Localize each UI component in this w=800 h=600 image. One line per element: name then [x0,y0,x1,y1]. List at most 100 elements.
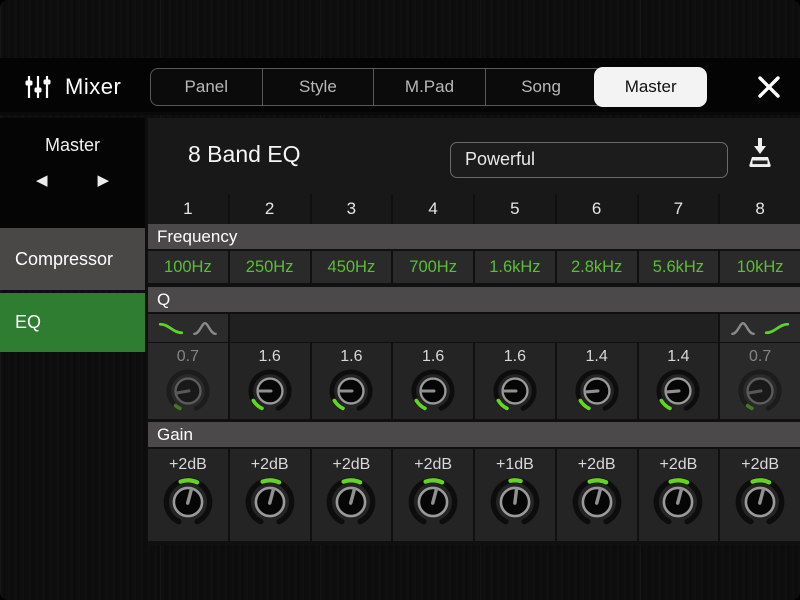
frequency-value[interactable]: 700Hz [393,251,473,283]
q-cell-band7: 1.4 [639,343,719,419]
mixer-icon [24,74,52,100]
gain-knob[interactable] [652,476,704,528]
eq-panel: 8 Band EQ Powerful 1 2 3 4 5 6 7 8 Freq [148,118,800,545]
gain-cell-band7: +2dB [639,449,719,541]
q-cell-band1: 0.7 [148,343,228,419]
gain-knob[interactable] [489,476,541,528]
low-shelf-icon[interactable] [158,321,184,336]
q-knob[interactable] [410,368,456,414]
save-icon [745,137,775,171]
gain-knob[interactable] [325,476,377,528]
frequency-value[interactable]: 10kHz [720,251,800,283]
band-number: 8 [720,194,800,224]
save-button[interactable] [745,137,775,176]
next-part-arrow[interactable]: ▶ [97,171,109,189]
filter-type-row [148,314,800,342]
gain-cell-band6: +2dB [557,449,637,541]
gain-knob[interactable] [734,476,786,528]
q-knob[interactable] [655,368,701,414]
band-number: 2 [230,194,310,224]
frequency-row: 100Hz 250Hz 450Hz 700Hz 1.6kHz 2.8kHz 5.… [148,251,800,283]
sidebar-item-compressor[interactable]: Compressor [0,228,145,290]
q-value: 1.6 [504,348,526,367]
sidebar-item-eq[interactable]: EQ [0,293,145,352]
q-value: 0.7 [177,348,199,367]
tab-master[interactable]: Master [595,68,706,106]
frequency-section-header: Frequency [148,224,800,249]
q-knob[interactable] [328,368,374,414]
filter-row-spacer [230,314,719,342]
band-number: 5 [475,194,555,224]
band-number: 7 [639,194,719,224]
tab-song[interactable]: Song [485,69,597,105]
band1-filter-type-cell [148,314,228,342]
gain-value: +2dB [414,456,452,475]
frequency-value[interactable]: 5.6kHz [639,251,719,283]
gain-value: +1dB [496,456,534,475]
gain-value: +2dB [578,456,616,475]
gain-knob[interactable] [162,476,214,528]
gain-knob[interactable] [244,476,296,528]
peak-icon[interactable] [192,321,218,336]
gain-knob[interactable] [407,476,459,528]
frequency-value[interactable]: 450Hz [312,251,392,283]
gain-cell-band3: +2dB [312,449,392,541]
q-section-header: Q [148,287,800,312]
titlebar: Mixer Panel Style M.Pad Song Master [0,58,800,115]
q-value: 1.6 [259,348,281,367]
q-knob-row: 0.7 1.6 1.6 1.6 [148,343,800,419]
band8-filter-type-cell [720,314,800,342]
eq-header: 8 Band EQ Powerful [148,118,800,194]
q-cell-band8: 0.7 [720,343,800,419]
tab-mpad[interactable]: M.Pad [373,69,485,105]
band-number-row: 1 2 3 4 5 6 7 8 [148,194,800,224]
part-selector-label: Master [0,118,145,156]
part-selector: Master ◀ ▶ [0,118,145,228]
gain-value: +2dB [251,456,289,475]
q-cell-band5: 1.6 [475,343,555,419]
preset-selector[interactable]: Powerful [450,142,728,178]
q-value: 1.4 [667,348,689,367]
sidebar: Master ◀ ▶ Compressor EQ [0,118,145,545]
gain-cell-band8: +2dB [720,449,800,541]
gain-knob[interactable] [571,476,623,528]
tab-bar: Panel Style M.Pad Song Master [150,68,706,106]
q-knob[interactable] [165,368,211,414]
tab-style[interactable]: Style [262,69,374,105]
band-number: 3 [312,194,392,224]
page-title: 8 Band EQ [188,141,301,168]
prev-part-arrow[interactable]: ◀ [36,171,48,189]
gain-cell-band4: +2dB [393,449,473,541]
app-title: Mixer [65,74,121,100]
q-knob[interactable] [737,368,783,414]
close-icon [756,74,782,100]
gain-value: +2dB [741,456,779,475]
q-knob[interactable] [492,368,538,414]
frequency-value[interactable]: 2.8kHz [557,251,637,283]
frequency-value[interactable]: 1.6kHz [475,251,555,283]
high-shelf-icon[interactable] [764,321,790,336]
frequency-value[interactable]: 250Hz [230,251,310,283]
gain-cell-band2: +2dB [230,449,310,541]
band-number: 1 [148,194,228,224]
q-knob[interactable] [247,368,293,414]
q-value: 1.6 [340,348,362,367]
app-header: Mixer [24,58,121,115]
close-button[interactable] [754,72,784,102]
q-value: 1.6 [422,348,444,367]
gain-section-header: Gain [148,422,800,447]
gain-value: +2dB [332,456,370,475]
q-value: 0.7 [749,348,771,367]
q-cell-band2: 1.6 [230,343,310,419]
q-knob[interactable] [574,368,620,414]
peak-icon[interactable] [730,321,756,336]
gain-cell-band1: +2dB [148,449,228,541]
mixer-screen: Mixer Panel Style M.Pad Song Master Mast… [0,0,800,600]
q-value: 1.4 [586,348,608,367]
q-cell-band3: 1.6 [312,343,392,419]
frequency-value[interactable]: 100Hz [148,251,228,283]
gain-value: +2dB [169,456,207,475]
tab-panel[interactable]: Panel [151,69,262,105]
q-cell-band4: 1.6 [393,343,473,419]
gain-value: +2dB [659,456,697,475]
